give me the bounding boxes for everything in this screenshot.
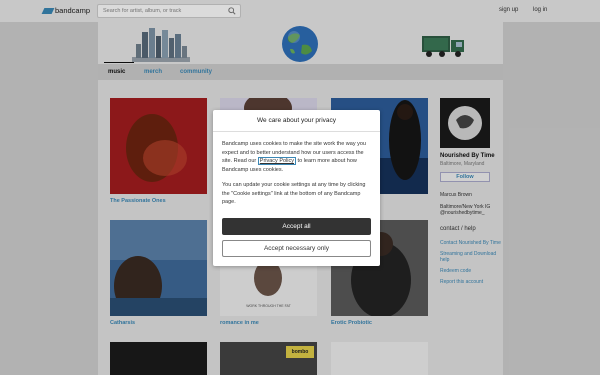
cookie-consent-dialog: We care about your privacy Bandcamp uses… — [213, 110, 380, 266]
dialog-title: We care about your privacy — [213, 110, 380, 132]
privacy-policy-link[interactable]: Privacy Policy — [257, 157, 297, 165]
cookie-settings-paragraph: You can update your cookie settings at a… — [222, 182, 366, 205]
accept-necessary-button[interactable]: Accept necessary only — [222, 240, 371, 257]
accept-all-button[interactable]: Accept all — [222, 218, 371, 235]
cookie-paragraph: Bandcamp uses cookies to make the site w… — [222, 140, 374, 174]
